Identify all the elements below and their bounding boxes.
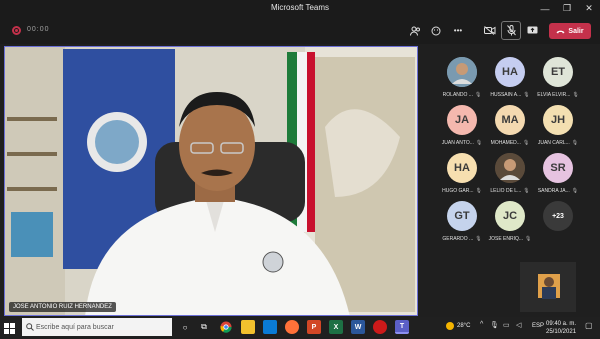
speaker-name-label: JOSE ANTONIO RUIZ HERNANDEZ (9, 302, 116, 312)
participant-name: HUGO GAR... (442, 188, 474, 194)
mic-off-icon: 🎙 (474, 92, 482, 98)
firefox-icon[interactable] (285, 320, 299, 334)
leave-button[interactable]: Salir (549, 23, 591, 39)
more-actions-button[interactable]: ••• (448, 21, 468, 40)
speaker-video[interactable]: JOSE ANTONIO RUIZ HERNANDEZ (4, 46, 418, 316)
mic-off-icon: 🎙 (572, 92, 579, 98)
participant-name: ROLANDO ... (442, 92, 473, 98)
mic-off-icon (506, 25, 516, 36)
participant-name: HUSSAIN A... (490, 92, 522, 98)
participant-name: ELVIA ELVIR... (537, 92, 571, 98)
meeting-timer: 00:00 (27, 26, 50, 33)
participant-tile[interactable]: SR SANDRA JA... 🎙 (530, 153, 586, 194)
microphone-button[interactable] (501, 21, 521, 40)
mic-off-icon: 🎙 (522, 140, 530, 146)
windows-icon (4, 323, 15, 334)
participant-avatar (447, 57, 477, 87)
participant-avatar: HA (447, 153, 477, 183)
participant-avatar: JC (495, 201, 525, 231)
participant-name: MOHAMED... (490, 140, 521, 146)
close-button[interactable]: ✕ (578, 0, 600, 17)
notifications-icon[interactable]: ▢ (585, 321, 593, 330)
task-view-icon[interactable]: ⧉ (197, 320, 211, 334)
temperature-label: 28°C (457, 323, 471, 329)
powerpoint-icon[interactable]: P (307, 320, 321, 334)
microphone-tray-icon[interactable]: 🎙 (490, 321, 499, 329)
overflow-count: +23 (543, 201, 573, 231)
participant-name-row: ELVIA ELVIR... 🎙 (530, 92, 586, 98)
title-bar: Microsoft Teams — ❐ ✕ (0, 0, 600, 17)
taskbar-search-input[interactable]: Escribe aquí para buscar (22, 318, 172, 336)
cortana-icon[interactable]: ○ (178, 320, 192, 334)
word-icon[interactable]: W (351, 320, 365, 334)
participant-avatar: GT (447, 201, 477, 231)
speaker-video-frame (5, 47, 417, 315)
reaction-icon (431, 26, 440, 35)
teams-icon[interactable]: T (395, 320, 409, 334)
taskbar: Escribe aquí para buscar ○ ⧉ P X W T 28°… (0, 317, 600, 337)
participant-avatar: JH (543, 105, 573, 135)
edge-icon[interactable] (263, 320, 277, 334)
self-view-frame (520, 262, 576, 312)
window-title: Microsoft Teams (270, 3, 330, 12)
mic-off-icon: 🎙 (525, 236, 532, 242)
participant-avatar: SR (543, 153, 573, 183)
participant-avatar: ET (543, 57, 573, 87)
participant-tile[interactable]: JH JUAN CARL... 🎙 (530, 105, 586, 146)
camera-off-icon (484, 26, 496, 35)
mic-off-icon: 🎙 (571, 188, 579, 194)
participant-name: JUAN ANTO... (441, 140, 474, 146)
participant-name: SANDRA JA... (537, 188, 570, 194)
participant-avatar: HA (495, 57, 525, 87)
mic-off-icon: 🎙 (523, 92, 530, 98)
participant-name: LELIO DE L... (490, 188, 522, 194)
excel-icon[interactable]: X (329, 320, 343, 334)
date-label: 25/10/2021 (546, 329, 577, 335)
participant-name: JOSE ENRIQ... (488, 236, 524, 242)
phone-icon (556, 30, 565, 33)
participant-name-row: JOSE ENRIQ... 🎙 (482, 236, 538, 242)
camera-button[interactable] (480, 21, 500, 40)
search-icon (26, 323, 34, 331)
participants-button[interactable] (405, 21, 425, 40)
network-icon[interactable]: ▭ (503, 321, 510, 329)
time-label: 09:40 a. m. (546, 321, 577, 327)
participant-name-row: SANDRA JA... 🎙 (530, 188, 586, 194)
participant-name-row: JUAN CARL... 🎙 (530, 140, 586, 146)
weather-widget[interactable]: 28°C (446, 322, 470, 330)
language-indicator[interactable]: ESP (532, 323, 544, 329)
participant-avatar (495, 153, 525, 183)
search-placeholder: Escribe aquí para buscar (36, 323, 114, 331)
mic-off-icon: 🎙 (523, 188, 530, 194)
recording-icon (12, 26, 21, 35)
leave-label: Salir (568, 27, 584, 35)
more-participants-button[interactable]: +23 (530, 201, 586, 231)
start-button[interactable] (4, 321, 15, 339)
mic-off-icon: 🎙 (571, 140, 579, 146)
participant-name: JUAN CARL... (537, 140, 570, 146)
volume-icon[interactable]: ◁ (516, 321, 521, 329)
participant-avatar: JA (447, 105, 477, 135)
file-explorer-icon[interactable] (241, 320, 255, 334)
people-icon (409, 26, 420, 36)
sun-icon (446, 322, 454, 330)
meeting-toolbar: 00:00 ••• (0, 17, 600, 44)
mic-off-icon: 🎙 (475, 236, 482, 242)
minimize-button[interactable]: — (534, 0, 556, 17)
mic-off-icon: 🎙 (475, 188, 482, 194)
reactions-button[interactable] (426, 21, 446, 40)
maximize-button[interactable]: ❐ (556, 0, 578, 17)
tray-chevron-icon[interactable]: ^ (480, 321, 483, 328)
participant-tile[interactable]: ET ELVIA ELVIR... 🎙 (530, 57, 586, 98)
participant-name: GERARDO ... (442, 236, 474, 242)
share-screen-icon (527, 26, 537, 34)
self-view-video[interactable] (520, 262, 576, 312)
share-button[interactable] (522, 21, 542, 40)
participant-avatar: MA (495, 105, 525, 135)
opera-icon[interactable] (373, 320, 387, 334)
clock[interactable]: 09:40 a. m. 25/10/2021 (546, 320, 576, 336)
chrome-icon[interactable] (219, 320, 233, 334)
